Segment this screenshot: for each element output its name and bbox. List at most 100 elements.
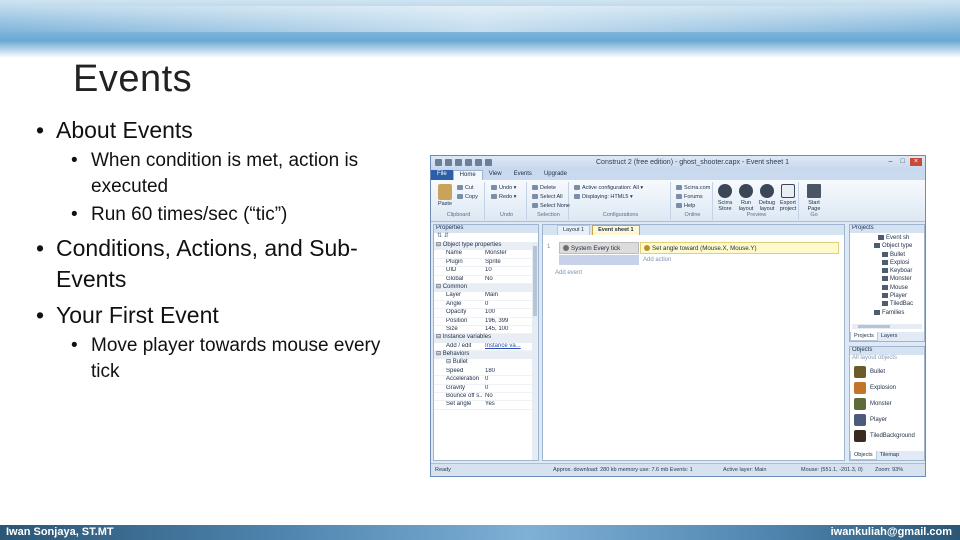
tab-view[interactable]: View [483,170,508,180]
app-icon[interactable] [435,159,442,166]
minimize-button[interactable]: – [886,158,895,166]
project-tree-item[interactable]: TiledBac [852,301,924,309]
tab-event-sheet-1[interactable]: Event sheet 1 [592,225,640,235]
project-tree-item[interactable]: Monster [852,276,924,284]
property-value[interactable]: 180 [482,368,522,375]
object-list-item[interactable]: Bullet [850,364,924,380]
property-value[interactable]: Sprite [482,259,522,266]
instance-variables-section[interactable]: ⊟ Instance variables [434,334,538,343]
start-page-button[interactable]: Start Page [804,184,824,212]
object-type-section[interactable]: ⊟ Object type properties [434,242,538,251]
project-tree-item[interactable]: Keyboar [852,268,924,276]
property-row[interactable]: Gravity 0 [434,385,538,394]
project-tree-item[interactable]: Event sh [852,235,924,243]
tab-objects[interactable]: Objects [850,451,877,460]
undo-button[interactable]: Undo ▾ [491,185,516,192]
object-list-item[interactable]: TiledBackground [850,428,924,444]
maximize-button[interactable]: □ [898,158,907,166]
debug-layout-button[interactable]: Debug layout [757,184,777,212]
export-project-button[interactable]: Export project [778,184,798,212]
object-list-item[interactable]: Player [850,412,924,428]
property-row[interactable]: Set angle Yes [434,401,538,410]
forums-link[interactable]: Forums [676,194,703,201]
event-block[interactable]: 1 System Every tick Set angle toward (Mo… [547,242,843,266]
run-layout-button[interactable]: Run layout [736,184,756,212]
close-button[interactable]: × [910,158,922,166]
common-section[interactable]: ⊟ Common [434,283,538,293]
open-icon[interactable] [455,159,462,166]
scirra-link[interactable]: Scirra.com [676,185,710,192]
property-value[interactable]: 0 [482,376,522,383]
property-row[interactable]: Name Monster [434,250,538,259]
property-value[interactable]: 10 [482,267,522,274]
property-row[interactable]: Bounce off s... No [434,393,538,402]
scirra-store-button[interactable]: Scirra Store [715,184,735,212]
tab-layers[interactable]: Layers [878,332,901,341]
select-all-button[interactable]: Select All [532,194,563,201]
tab-events[interactable]: Events [508,170,538,180]
add-action-link[interactable]: Add action [640,255,839,265]
redo-button[interactable]: Redo ▾ [491,194,516,201]
project-tree-item[interactable]: Player [852,293,924,301]
property-row[interactable]: Size 145, 100 [434,326,538,335]
project-tree-item[interactable]: Object type [852,243,924,251]
property-value[interactable]: 0 [482,385,522,392]
tab-projects[interactable]: Projects [850,332,878,341]
active-configuration-dropdown[interactable]: Active configuration: All ▾ [574,185,643,192]
event-condition[interactable]: System Every tick [559,242,639,254]
event-action[interactable]: Set angle toward (Mouse.X, Mouse.Y) [640,242,839,254]
property-value[interactable]: 196, 399 [482,318,522,325]
property-value[interactable]: Monster [482,250,522,257]
project-tree-item[interactable]: Mouse [852,284,924,293]
properties-sort-toolbar[interactable]: ⇅ ⇵ [434,233,538,242]
property-row[interactable]: UID 10 [434,267,538,276]
property-row[interactable]: Plugin Sprite [434,259,538,268]
projects-hscrollbar[interactable] [852,324,922,329]
copy-button[interactable]: Copy [457,194,478,201]
tab-upgrade[interactable]: Upgrade [538,170,573,180]
property-row[interactable]: Opacity 100 [434,309,538,318]
property-value[interactable]: Main [482,292,522,299]
save-icon[interactable] [445,159,452,166]
instance-variables-link[interactable]: Instance va... [482,343,522,350]
property-row[interactable]: Add / edit Instance va... [434,343,538,352]
project-tree-item[interactable]: Explosi [852,259,924,268]
property-value[interactable]: Yes [482,401,522,408]
tab-file[interactable]: File [431,170,453,180]
help-link[interactable]: Help [676,203,695,210]
tab-home[interactable]: Home [452,170,483,180]
redo-icon[interactable] [475,159,482,166]
property-row[interactable]: Speed 180 [434,368,538,377]
property-key: Position [446,317,468,324]
displaying-dropdown[interactable]: Displaying: HTML5 ▾ [574,194,633,201]
property-row[interactable]: Angle 0 [434,301,538,310]
property-row[interactable]: Acceleration 0 [434,376,538,385]
property-row[interactable]: Layer Main [434,292,538,301]
property-value[interactable]: 0 [482,301,522,308]
property-value[interactable]: 145, 100 [482,326,522,333]
undo-icon[interactable] [465,159,472,166]
tab-layout-1[interactable]: Layout 1 [557,225,591,235]
property-row[interactable]: Global No [434,276,538,284]
scrollbar-thumb[interactable] [533,246,537,316]
bullet-behavior-section[interactable]: ⊟ Bullet [434,359,538,367]
select-none-button[interactable]: Select None [532,203,570,210]
tab-tilemap[interactable]: Tilemap [877,451,902,460]
object-list-item[interactable]: Explosion [850,380,924,396]
project-tree-item[interactable]: Bullet [852,251,924,260]
paste-button[interactable]: Paste [435,184,455,207]
properties-scrollbar[interactable] [532,242,538,460]
property-value[interactable]: 100 [482,309,522,316]
property-row[interactable]: Position 196, 399 [434,318,538,326]
property-value[interactable]: No [482,393,522,400]
scrollbar-thumb[interactable] [858,325,890,328]
delete-button[interactable]: Delete [532,185,556,192]
project-tree-item[interactable]: Families [852,309,924,318]
object-list-item[interactable]: Monster [850,396,924,412]
cut-button[interactable]: Cut [457,185,474,192]
behaviors-section[interactable]: ⊟ Behaviors [434,351,538,360]
property-value[interactable]: No [482,276,522,283]
run-icon[interactable] [485,159,492,166]
objects-filter[interactable]: All layout objects [850,355,924,364]
add-event-link[interactable]: Add event [555,270,582,277]
